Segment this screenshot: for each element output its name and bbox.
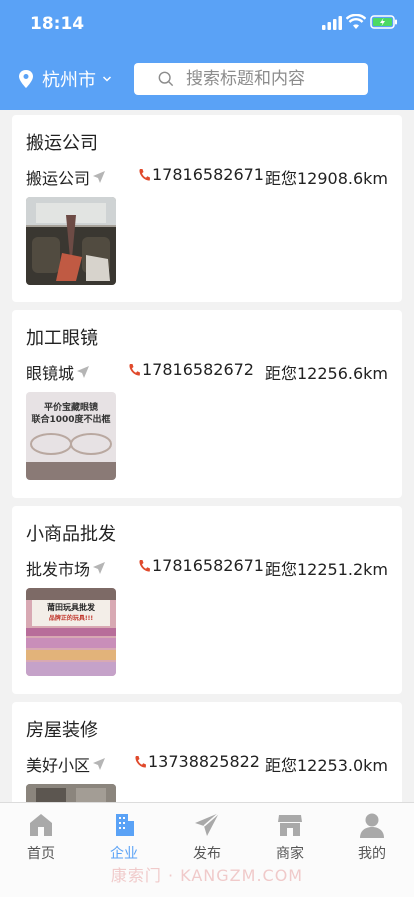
phone-icon [139,168,150,181]
search-input[interactable] [184,68,368,90]
location-pin-icon [19,70,33,88]
listing-name: 眼镜城 [26,360,90,384]
tab-label: 企业 [110,846,138,862]
listing-thumbnail[interactable] [26,197,116,285]
listing-distance: 距您12251.2km [264,560,388,579]
listing-card[interactable]: 加工眼镜 眼镜城 17816582672 距您12256.6km 平价宝藏眼镜 … [12,310,402,498]
user-icon [360,813,384,838]
home-icon [30,814,52,836]
listing-name: 批发市场 [26,556,106,580]
tab-label: 首页 [27,846,55,862]
listing-title: 房屋装修 [26,720,98,741]
tab-label: 商家 [276,846,304,862]
navigate-icon[interactable] [92,561,106,575]
navigate-icon[interactable] [92,170,106,184]
status-time: 18:14 [30,14,85,34]
listing-thumbnail[interactable]: 平价宝藏眼镜 联合1000度不出框 [26,392,116,480]
status-bar: 18:14 [0,0,414,50]
listing-card[interactable]: 小商品批发 批发市场 17816582671 距您12251.2km 莆田玩具批… [12,506,402,694]
paper-plane-icon [195,812,220,836]
listing-distance: 距您12256.6km [264,364,388,383]
phone-icon [135,755,146,768]
listing-phone[interactable]: 13738825822 [134,752,260,771]
listing-name: 美好小区 [26,752,106,776]
signal-icon [322,16,342,30]
tab-profile[interactable]: 我的 [342,811,402,862]
car-interior-photo [26,197,116,285]
listing-phone[interactable]: 17816582671 [138,165,264,184]
watermark: 康索门 · KANGZM.COM [110,866,304,885]
listing-distance: 距您12908.6km [264,169,388,188]
listing-name: 搬运公司 [26,165,106,189]
thumbnail-caption-line: 莆田玩具批发 [47,603,95,612]
listing-thumbnail[interactable]: 莆田玩具批发 品牌正的玩具!!! [26,588,116,676]
search-box[interactable] [134,63,368,95]
phone-icon [129,363,140,376]
listing-title: 小商品批发 [26,524,116,545]
tab-label: 我的 [358,846,386,862]
search-icon [158,71,174,87]
navigate-icon[interactable] [92,757,106,771]
tab-label: 发布 [193,846,221,862]
listing-phone[interactable]: 17816582672 [128,360,254,379]
shop-icon [278,815,302,836]
wifi-icon [346,14,366,29]
tab-enterprise[interactable]: 企业 [94,811,154,862]
navigate-icon[interactable] [76,365,90,379]
glasses-photo [26,433,116,480]
battery-icon [370,15,397,29]
tab-publish[interactable]: 发布 [177,811,237,862]
building-icon [116,814,134,836]
phone-icon [139,559,150,572]
tab-home[interactable]: 首页 [11,811,71,862]
city-name: 杭州市 [42,70,96,91]
thumbnail-caption-line: 品牌正的玩具!!! [48,615,94,622]
chevron-down-icon [102,76,112,82]
listing-distance: 距您12253.0km [264,756,388,775]
listing-title: 加工眼镜 [26,328,98,349]
header: 18:14 杭州市 [0,0,414,110]
listing-card[interactable]: 搬运公司 搬运公司 17816582671 距您12908.6km [12,115,402,302]
tab-merchant[interactable]: 商家 [260,811,320,862]
listing-phone[interactable]: 17816582671 [138,556,264,575]
city-selector[interactable]: 杭州市 [18,66,112,92]
listing-title: 搬运公司 [26,133,98,154]
